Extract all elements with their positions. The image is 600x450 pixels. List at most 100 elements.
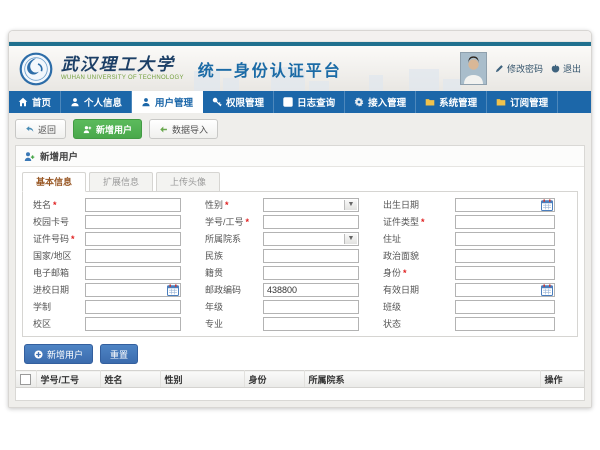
- political-status-input[interactable]: [455, 249, 555, 263]
- native-place-input[interactable]: [263, 266, 359, 280]
- select-all-checkbox[interactable]: [20, 374, 31, 385]
- form-row: 学制年级班级: [25, 298, 575, 315]
- required-asterisk: *: [246, 217, 250, 227]
- postal-code-input[interactable]: [263, 283, 359, 297]
- form-row: 电子邮箱 籍贯 身份*: [25, 264, 575, 281]
- tab-upload-avatar[interactable]: 上传头像: [156, 172, 220, 192]
- user-avatar: [460, 52, 487, 85]
- identity-input[interactable]: [455, 266, 555, 280]
- field-label-campus-card-no: 校园卡号: [33, 215, 85, 228]
- nav-item-user-management[interactable]: 用户管理: [132, 91, 203, 113]
- form-field-email: 电子邮箱: [33, 266, 181, 280]
- submit-add-user-button[interactable]: 新增用户: [24, 344, 93, 364]
- form-field-id-type: 证件类型*: [383, 215, 555, 229]
- key-icon: [212, 97, 222, 107]
- field-label-id-number: 证件号码*: [33, 232, 85, 245]
- nav-item-subscription-management[interactable]: 订阅管理: [487, 91, 558, 113]
- column-header-gender: 性别: [160, 371, 244, 388]
- class-input[interactable]: [455, 300, 555, 314]
- tab-basic-info[interactable]: 基本信息: [22, 172, 86, 192]
- calendar-icon[interactable]: [541, 199, 553, 211]
- skyline-decoration: [309, 81, 329, 91]
- form-field-grade: 年级: [205, 300, 359, 314]
- schooling-length-input[interactable]: [85, 300, 181, 314]
- status-input[interactable]: [455, 317, 555, 331]
- student-id-input[interactable]: [263, 215, 359, 229]
- department-select[interactable]: ▼: [263, 232, 359, 246]
- plus-circle-icon: [34, 350, 43, 359]
- column-header-name: 姓名: [100, 371, 160, 388]
- valid-date-input[interactable]: [455, 283, 555, 297]
- calendar-icon[interactable]: [167, 284, 179, 296]
- back-arrow-icon: [25, 125, 34, 134]
- field-label-ethnicity: 民族: [205, 249, 263, 262]
- field-label-native-place: 籍贯: [205, 266, 263, 279]
- chevron-down-icon[interactable]: ▼: [344, 234, 357, 244]
- user-add-icon: [24, 151, 35, 162]
- import-arrow-icon: [159, 125, 168, 134]
- home-icon: [18, 97, 28, 107]
- form-field-valid-date: 有效日期: [383, 283, 555, 297]
- toolbar: 返回 新增用户 数据导入: [15, 119, 585, 139]
- id-number-input[interactable]: [85, 232, 181, 246]
- form-field-student-id: 学号/工号*: [205, 215, 359, 229]
- ethnicity-input[interactable]: [263, 249, 359, 263]
- form-field-name: 姓名*: [33, 198, 181, 212]
- section-title: 新增用户: [40, 149, 78, 163]
- campus-card-no-input[interactable]: [85, 215, 181, 229]
- nav-item-label: 系统管理: [439, 95, 477, 109]
- nav-item-permission-management[interactable]: 权限管理: [203, 91, 274, 113]
- field-label-postal-code: 邮政编码: [205, 283, 263, 296]
- calendar-icon[interactable]: [541, 284, 553, 296]
- address-input[interactable]: [455, 232, 555, 246]
- gear-icon: [354, 97, 364, 107]
- tab-extended-info[interactable]: 扩展信息: [89, 172, 153, 192]
- nav-item-log-query[interactable]: 日志查询: [274, 91, 345, 113]
- chevron-down-icon[interactable]: ▼: [344, 200, 357, 210]
- id-type-input[interactable]: [455, 215, 555, 229]
- pencil-icon: [495, 64, 504, 73]
- form-row: 校园卡号 学号/工号* 证件类型*: [25, 213, 575, 230]
- field-label-valid-date: 有效日期: [383, 283, 455, 296]
- form-actions: 新增用户 重置: [16, 337, 584, 370]
- university-name-block: 武汉理工大学 WUHAN UNIVERSITY OF TECHNOLOGY: [61, 57, 184, 81]
- field-label-name: 姓名*: [33, 198, 85, 211]
- country-region-input[interactable]: [85, 249, 181, 263]
- form-field-country-region: 国家/地区: [33, 249, 181, 263]
- back-button[interactable]: 返回: [15, 119, 66, 139]
- logout-link[interactable]: 退出: [551, 62, 581, 75]
- major-input[interactable]: [263, 317, 359, 331]
- nav-item-home[interactable]: 首页: [9, 91, 61, 113]
- user-icon: [70, 97, 80, 107]
- nav-item-system-management[interactable]: 系统管理: [416, 91, 487, 113]
- required-asterisk: *: [421, 217, 425, 227]
- add-user-toolbar-button[interactable]: 新增用户: [73, 119, 142, 139]
- form-field-class: 班级: [383, 300, 555, 314]
- power-icon: [551, 64, 560, 73]
- skyline-decoration: [409, 69, 439, 91]
- field-label-country-region: 国家/地区: [33, 249, 85, 262]
- form-field-address: 住址: [383, 232, 555, 246]
- required-asterisk: *: [53, 200, 57, 210]
- grade-input[interactable]: [263, 300, 359, 314]
- field-label-id-type: 证件类型*: [383, 215, 455, 228]
- data-import-button[interactable]: 数据导入: [149, 119, 218, 139]
- name-input[interactable]: [85, 198, 181, 212]
- form-field-ethnicity: 民族: [205, 249, 359, 263]
- form-field-id-number: 证件号码*: [33, 232, 181, 246]
- nav-item-label: 用户管理: [155, 95, 193, 109]
- field-label-student-id: 学号/工号*: [205, 215, 263, 228]
- folder-icon: [496, 97, 506, 107]
- form-row: 进校日期邮政编码有效日期: [25, 281, 575, 298]
- campus-input[interactable]: [85, 317, 181, 331]
- change-password-link[interactable]: 修改密码: [495, 62, 543, 75]
- nav-item-access-management[interactable]: 接入管理: [345, 91, 416, 113]
- reset-button[interactable]: 重置: [100, 344, 138, 364]
- nav-item-personal-info[interactable]: 个人信息: [61, 91, 132, 113]
- birth-date-input[interactable]: [455, 198, 555, 212]
- form-field-campus-card-no: 校园卡号: [33, 215, 181, 229]
- field-label-identity: 身份*: [383, 266, 455, 279]
- email-input[interactable]: [85, 266, 181, 280]
- gender-select[interactable]: ▼: [263, 198, 359, 212]
- form-row: 姓名*性别*▼出生日期: [25, 196, 575, 213]
